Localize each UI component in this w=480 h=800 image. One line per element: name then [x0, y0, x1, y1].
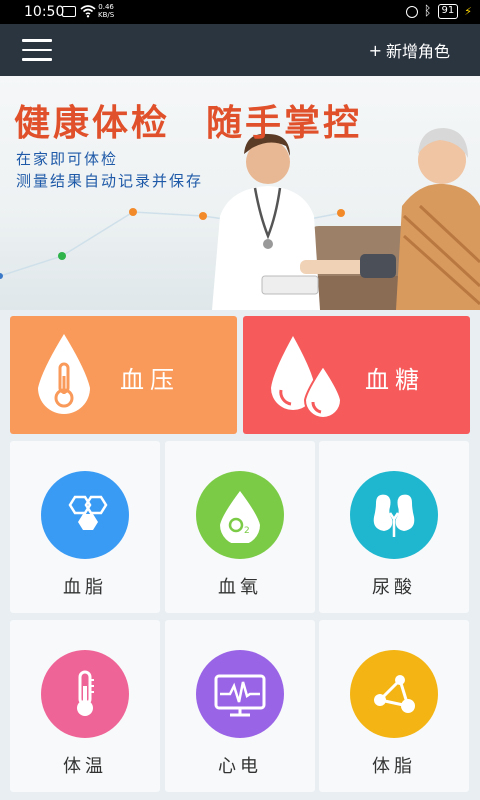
card-label: 体温 [63, 756, 107, 777]
hamburger-menu-icon[interactable] [22, 39, 52, 61]
banner-subtitle-line2: 测量结果自动记录并保存 [16, 172, 204, 190]
card-blood-oxygen[interactable]: 2 血氧 [165, 441, 315, 613]
double-drop-icon [271, 336, 343, 419]
blood-sugar-tile[interactable]: 血糖 [243, 316, 470, 434]
banner-title-part2: 随手掌控 [206, 103, 363, 144]
blood-sugar-label: 血糖 [365, 366, 425, 394]
rotation-lock-icon [405, 5, 418, 18]
kidney-icon [350, 471, 438, 559]
card-body-fat[interactable]: 体脂 [319, 620, 469, 792]
promo-banner[interactable]: 健康体检 随手掌控 在家即可体检 测量结果自动记录并保存 [0, 76, 480, 310]
battery-indicator: 91 [437, 4, 459, 19]
status-right-group: ᛒ 91 ⚡ [405, 3, 472, 19]
add-role-button[interactable]: + 新增角色 [369, 38, 450, 62]
status-time: 10:50 [24, 4, 65, 20]
card-label: 体脂 [372, 756, 416, 777]
blood-pressure-tile[interactable]: 血压 [10, 316, 237, 434]
message-icon [62, 6, 76, 17]
card-body-temperature[interactable]: 体温 [10, 620, 160, 792]
card-label: 心电 [218, 756, 262, 777]
network-speed: 0.46 KB/S [98, 3, 114, 19]
banner-subtitle-line1: 在家即可体检 [16, 150, 119, 168]
card-label: 血氧 [218, 577, 262, 598]
network-speed-value: 0.46 [98, 3, 114, 11]
card-ecg[interactable]: 心电 [165, 620, 315, 792]
card-label: 血脂 [63, 577, 107, 598]
add-role-label: 新增角色 [385, 42, 450, 61]
app-header: + 新增角色 [0, 24, 480, 76]
svg-text:2: 2 [244, 526, 250, 536]
wifi-icon [80, 5, 96, 18]
molecule-nodes-icon [350, 650, 438, 738]
card-uric-acid[interactable]: 尿酸 [319, 441, 469, 613]
status-bar: 10:50 0.46 KB/S ᛒ 91 ⚡ [0, 0, 480, 24]
banner-title-part1: 健康体检 [14, 103, 171, 144]
ecg-monitor-icon [196, 650, 284, 738]
plus-icon: + [368, 40, 382, 60]
thermometer-drop-icon [38, 334, 90, 414]
network-speed-unit: KB/S [98, 11, 115, 19]
card-blood-lipids[interactable]: 血脂 [10, 441, 160, 613]
oxygen-drop-icon: 2 [196, 471, 284, 559]
charging-icon: ⚡ [464, 5, 472, 18]
bluetooth-icon: ᛒ [423, 3, 432, 19]
blood-pressure-label: 血压 [120, 366, 180, 394]
thermometer-icon [41, 650, 129, 738]
hexagon-molecule-icon [41, 471, 129, 559]
card-label: 尿酸 [372, 577, 416, 598]
